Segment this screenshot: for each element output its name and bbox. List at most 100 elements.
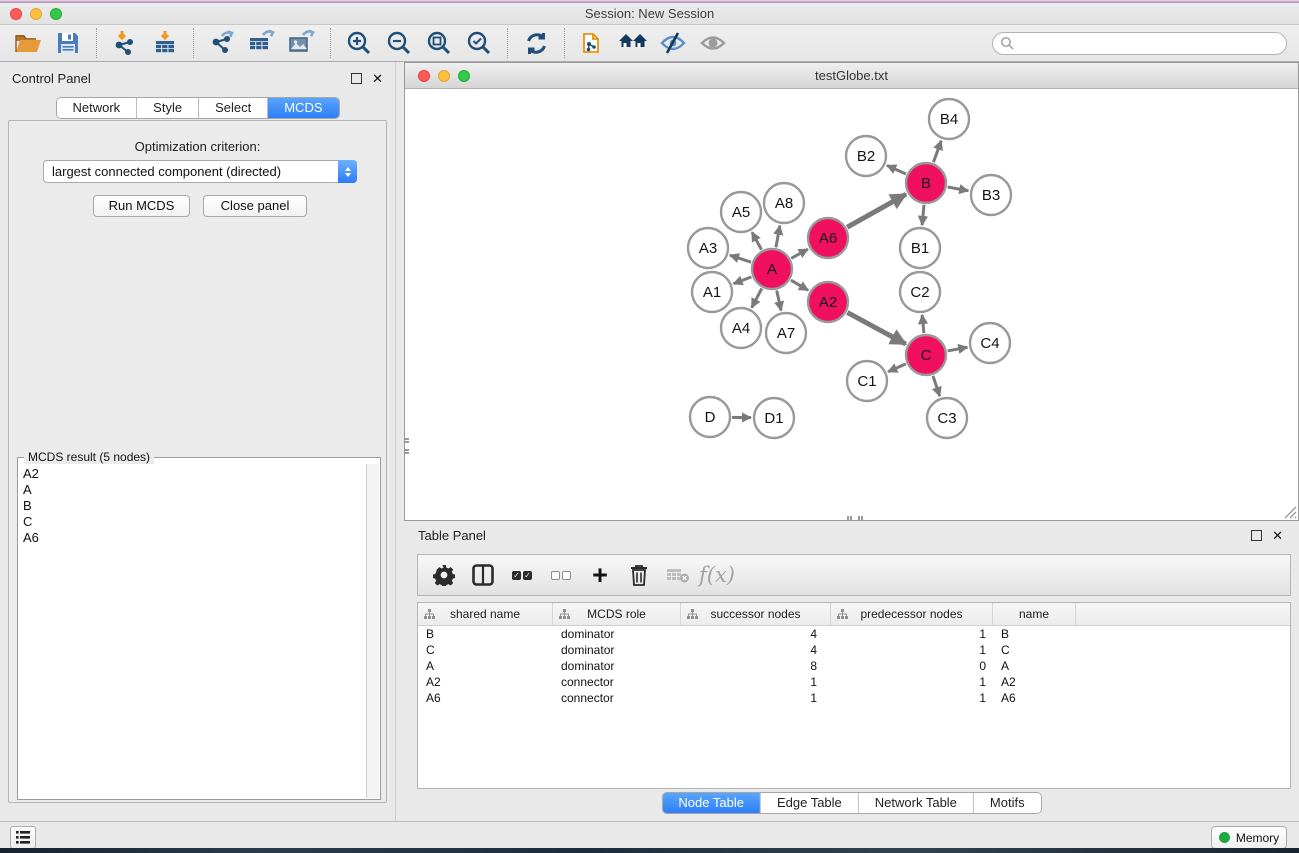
minimize-window-button[interactable] [30, 8, 42, 20]
graph-node-C1[interactable]: C1 [847, 361, 887, 401]
function-builder-button[interactable]: f(x) [701, 559, 733, 591]
float-panel-icon[interactable] [1251, 530, 1262, 541]
graph-node-B[interactable]: B [906, 163, 946, 203]
tab-network-table[interactable]: Network Table [859, 793, 974, 813]
graph-node-A3[interactable]: A3 [688, 228, 728, 268]
open-session-button[interactable] [11, 28, 45, 58]
memory-button[interactable]: Memory [1211, 826, 1287, 849]
table-row[interactable]: Cdominator41C [418, 642, 1290, 658]
graph-edge-B-B2[interactable] [887, 165, 906, 174]
close-panel-icon[interactable]: ✕ [1272, 530, 1283, 541]
graph-edge-A2-C[interactable] [847, 312, 905, 344]
graph-node-C3[interactable]: C3 [927, 398, 967, 438]
graph-edge-A-A7[interactable] [777, 290, 781, 310]
zoom-window-button[interactable] [50, 8, 62, 20]
mcds-result-item[interactable]: A2 [23, 466, 366, 482]
graph-node-D1[interactable]: D1 [754, 398, 794, 438]
close-window-button[interactable] [418, 70, 430, 82]
close-window-button[interactable] [10, 8, 22, 20]
graph-edge-C-C3[interactable] [933, 376, 940, 396]
frame-resize-corner[interactable] [1282, 504, 1297, 519]
table-row[interactable]: Bdominator41B [418, 626, 1290, 642]
close-panel-icon[interactable]: ✕ [372, 73, 383, 84]
graph-edge-B-B3[interactable] [948, 187, 969, 191]
mcds-result-item[interactable]: A6 [23, 530, 366, 546]
export-table-button[interactable] [245, 28, 279, 58]
column-header-predecessor-nodes[interactable]: predecessor nodes [831, 603, 993, 625]
refresh-button[interactable] [519, 28, 553, 58]
graph-node-A5[interactable]: A5 [721, 192, 761, 232]
copy-network-view-button[interactable] [576, 28, 610, 58]
graph-node-A[interactable]: A [752, 249, 792, 289]
deselect-all-columns-button[interactable] [545, 559, 577, 591]
import-network-button[interactable] [108, 28, 142, 58]
graph-node-A2[interactable]: A2 [808, 282, 848, 322]
zoom-in-button[interactable] [342, 28, 376, 58]
graph-edge-A-A8[interactable] [776, 226, 780, 248]
graph-node-A6[interactable]: A6 [808, 218, 848, 258]
graph-edge-A-A3[interactable] [730, 255, 751, 262]
network-graph[interactable]: B4B2BB3A8A5A6A3B1AA1C2A2A4A7C4CC1DD1C3 [405, 89, 1298, 520]
mcds-result-item[interactable]: C [23, 514, 366, 530]
export-network-button[interactable] [205, 28, 239, 58]
tab-style[interactable]: Style [137, 98, 199, 118]
scrollbar-track[interactable] [366, 464, 379, 798]
column-header-shared-name[interactable]: shared name [418, 603, 553, 625]
table-row[interactable]: A2connector11A2 [418, 674, 1290, 690]
close-panel-button[interactable]: Close panel [203, 195, 307, 217]
add-column-button[interactable]: + [584, 559, 616, 591]
graph-edge-A-A1[interactable] [733, 277, 751, 284]
graph-edge-C-C2[interactable] [922, 315, 924, 333]
show-columns-button[interactable] [467, 559, 499, 591]
export-image-button[interactable] [285, 28, 319, 58]
float-panel-icon[interactable] [351, 73, 362, 84]
network-window-titlebar[interactable]: testGlobe.txt [405, 63, 1298, 89]
graph-node-A4[interactable]: A4 [721, 308, 761, 348]
select-all-columns-button[interactable]: ✓✓ [506, 559, 538, 591]
tab-node-table[interactable]: Node Table [662, 793, 761, 813]
show-hide-button[interactable] [696, 28, 730, 58]
graph-edge-B-B4[interactable] [933, 141, 941, 163]
column-header-MCDS-role[interactable]: MCDS role [553, 603, 681, 625]
graph-node-B4[interactable]: B4 [929, 99, 969, 139]
task-history-button[interactable] [10, 826, 36, 849]
table-row[interactable]: Adominator80A [418, 658, 1290, 674]
graph-edge-C-C4[interactable] [948, 347, 968, 351]
delete-column-button[interactable] [623, 559, 655, 591]
graph-node-D[interactable]: D [690, 397, 730, 437]
tab-select[interactable]: Select [199, 98, 268, 118]
graph-node-C[interactable]: C [906, 335, 946, 375]
graph-edge-B-B1[interactable] [922, 205, 924, 225]
table-settings-button[interactable] [428, 559, 460, 591]
graph-node-B1[interactable]: B1 [900, 228, 940, 268]
column-header-successor-nodes[interactable]: successor nodes [681, 603, 831, 625]
tab-mcds[interactable]: MCDS [268, 98, 338, 118]
tab-motifs[interactable]: Motifs [974, 793, 1041, 813]
graph-node-A7[interactable]: A7 [766, 313, 806, 353]
home-view-button[interactable] [616, 28, 650, 58]
tab-edge-table[interactable]: Edge Table [761, 793, 859, 813]
zoom-window-button[interactable] [458, 70, 470, 82]
graph-edge-A6-B[interactable] [847, 194, 906, 227]
save-session-button[interactable] [51, 28, 85, 58]
zoom-out-button[interactable] [382, 28, 416, 58]
graph-edge-C-C1[interactable] [888, 364, 906, 372]
search-field[interactable] [992, 32, 1287, 55]
graph-edge-A-A2[interactable] [791, 280, 808, 290]
graph-node-A1[interactable]: A1 [692, 272, 732, 312]
frame-resize-grip-bottom[interactable] [847, 516, 863, 520]
graph-edge-A-A4[interactable] [752, 288, 762, 307]
toggle-graphics-details-button[interactable] [656, 28, 690, 58]
mcds-result-item[interactable]: B [23, 498, 366, 514]
mcds-result-list[interactable]: A2ABCA6 [19, 464, 366, 798]
mcds-result-item[interactable]: A [23, 482, 366, 498]
graph-node-C4[interactable]: C4 [970, 323, 1010, 363]
graph-edge-A-A5[interactable] [752, 232, 762, 249]
minimize-window-button[interactable] [438, 70, 450, 82]
graph-node-B2[interactable]: B2 [846, 136, 886, 176]
import-table-button[interactable] [148, 28, 182, 58]
graph-edge-A-A6[interactable] [791, 249, 808, 258]
optimization-criterion-select[interactable]: largest connected component (directed) [43, 160, 357, 183]
run-mcds-button[interactable]: Run MCDS [93, 195, 190, 217]
network-canvas[interactable]: B4B2BB3A8A5A6A3B1AA1C2A2A4A7C4CC1DD1C3 [405, 89, 1298, 520]
